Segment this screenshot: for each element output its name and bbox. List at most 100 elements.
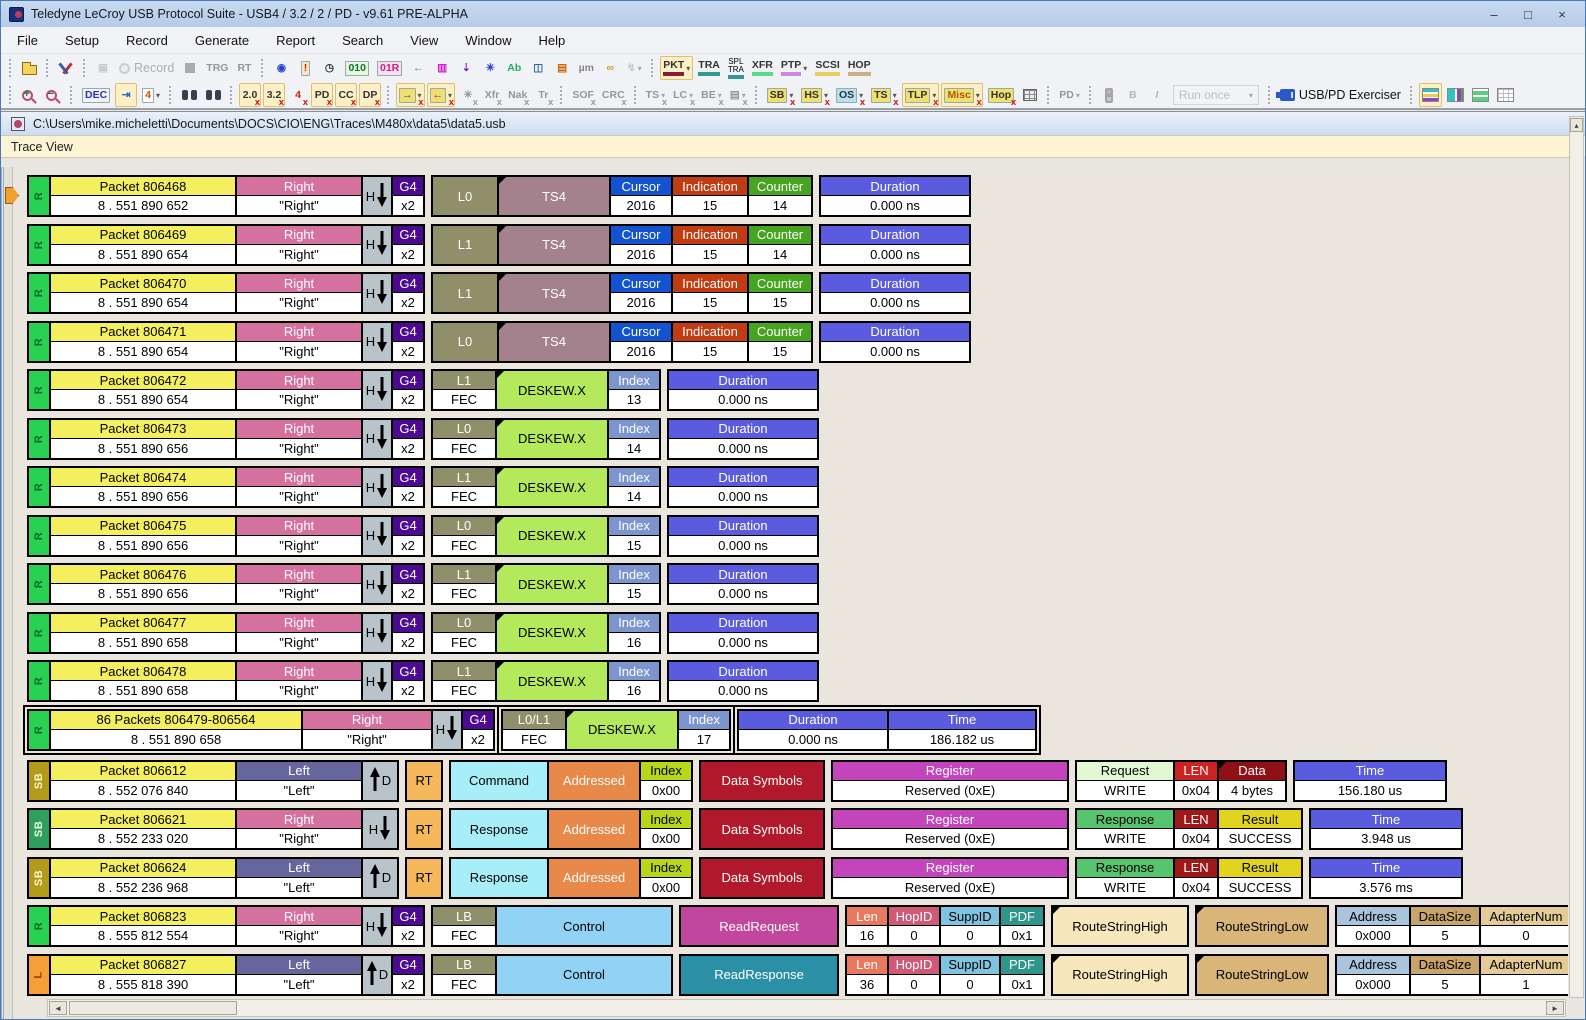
cell-indication[interactable]: Indication15 xyxy=(671,274,747,312)
menu-file[interactable]: File xyxy=(17,33,38,48)
cell-group[interactable]: Data Symbols xyxy=(699,857,825,899)
horizontal-scroll-thumb[interactable] xyxy=(69,1001,237,1015)
cell-addressed[interactable]: Addressed xyxy=(547,762,639,800)
cell-response[interactable]: Response xyxy=(451,859,547,897)
menu-view[interactable]: View xyxy=(410,33,438,48)
cell-address[interactable]: Address0x000 xyxy=(1337,907,1409,945)
cell-l0[interactable]: L0FEC xyxy=(433,420,495,458)
filter-hop-button[interactable]: Hopx xyxy=(985,83,1017,107)
cell-right[interactable]: Right"Right" xyxy=(235,226,361,264)
cell-index[interactable]: Index14 xyxy=(607,420,659,458)
row-type-cell-r[interactable]: R xyxy=(29,177,49,215)
filter-nak-button[interactable]: Nakx xyxy=(505,83,530,107)
cell-routestringhigh[interactable]: RouteStringHigh xyxy=(1053,956,1187,994)
cell-command[interactable]: Command xyxy=(451,762,547,800)
cell-group[interactable]: Duration0.000 ns xyxy=(667,563,819,605)
cell-group[interactable]: ResponseAddressedIndex0x00 xyxy=(449,857,693,899)
open-file-button[interactable] xyxy=(18,56,40,80)
cell-group[interactable]: Duration0.000 ns xyxy=(667,466,819,508)
direction-arrow-cell[interactable]: D xyxy=(361,762,397,800)
cell-hopid[interactable]: HopID0 xyxy=(887,907,939,945)
cell-group[interactable]: RegisterReserved (0xE) xyxy=(831,857,1069,899)
cell-ts4[interactable]: TS4 xyxy=(497,274,609,312)
row-type-cell-r[interactable]: R xyxy=(29,226,49,264)
filter-hs-button[interactable]: HSx▾ xyxy=(798,83,831,107)
cell-counter[interactable]: Counter14 xyxy=(747,226,811,264)
cell-group[interactable]: RPacket 8064788 . 551 890 658Right"Right… xyxy=(27,660,425,702)
direction-arrow-cell[interactable]: H xyxy=(431,711,461,749)
cell-cursor[interactable]: Cursor2016 xyxy=(609,177,671,215)
cell-duration[interactable]: Duration0.000 ns xyxy=(669,517,817,555)
cell-group[interactable]: Duration0.000 ns xyxy=(819,272,971,314)
cell-group[interactable]: ReadRequest xyxy=(679,905,839,947)
maximize-button[interactable]: □ xyxy=(1513,7,1543,22)
cell-index[interactable]: Index0x00 xyxy=(639,810,691,848)
cell-group[interactable]: RPacket 8068238 . 555 812 554Right"Right… xyxy=(27,905,425,947)
menu-report[interactable]: Report xyxy=(276,33,315,48)
cell-time[interactable]: Time186.182 us xyxy=(887,711,1035,749)
cell-routestringhigh[interactable]: RouteStringHigh xyxy=(1053,907,1187,945)
filter-cc-button[interactable]: CCx xyxy=(335,83,357,107)
cell-index[interactable]: Index0x00 xyxy=(639,859,691,897)
cell-right[interactable]: Right"Right" xyxy=(301,711,431,749)
cell-group[interactable]: RPacket 8064688 . 551 890 652Right"Right… xyxy=(27,175,425,217)
direction-arrow-cell[interactable]: H xyxy=(361,565,391,603)
cell-counter[interactable]: Counter15 xyxy=(747,274,811,312)
tra-view-button[interactable]: TRA xyxy=(695,56,723,80)
cell-group[interactable]: RPacket 8064738 . 551 890 656Right"Right… xyxy=(27,418,425,460)
row-type-cell-r[interactable]: R xyxy=(29,371,49,409)
filter-lc-button[interactable]: LCx▾ xyxy=(670,83,696,107)
row-type-cell-r[interactable]: R xyxy=(29,614,49,652)
cell-group[interactable]: LBFECControl xyxy=(431,954,673,996)
cell-left[interactable]: Left"Left" xyxy=(235,859,361,897)
cell-time[interactable]: Time156.180 us xyxy=(1295,762,1445,800)
cell-l0[interactable]: L0 xyxy=(433,323,497,361)
cell-result[interactable]: ResultSUCCESS xyxy=(1217,859,1301,897)
filter-usb3-button[interactable]: 3.2x xyxy=(263,83,285,107)
cell-register[interactable]: RegisterReserved (0xE) xyxy=(833,810,1067,848)
cell-g4[interactable]: G4x2 xyxy=(391,956,423,994)
filter-more-button[interactable]: ▤x▾ xyxy=(727,83,749,107)
cell-group[interactable]: ReadResponse xyxy=(679,954,839,996)
cell-group[interactable]: RT xyxy=(405,760,443,802)
cell-group[interactable]: Duration0.000 ns xyxy=(667,515,819,557)
cell-suppid[interactable]: SuppID0 xyxy=(939,956,999,994)
cell-duration[interactable]: Duration0.000 ns xyxy=(669,468,817,506)
direction-arrow-cell[interactable]: H xyxy=(361,420,391,458)
filter-pd-button[interactable]: PDx xyxy=(311,83,333,107)
cell-l1[interactable]: L1 xyxy=(433,274,497,312)
cell-group[interactable]: RPacket 8064768 . 551 890 656Right"Right… xyxy=(27,563,425,605)
cell-group[interactable]: Duration0.000 ns xyxy=(819,224,971,266)
scroll-left-button[interactable]: ◄ xyxy=(49,1001,67,1015)
cell-deskew-x[interactable]: DESKEW.X xyxy=(495,614,607,652)
cell-g4[interactable]: G4x2 xyxy=(391,662,423,700)
row-type-cell-sb[interactable]: SB xyxy=(29,810,49,848)
row-type-cell-r[interactable]: R xyxy=(29,565,49,603)
direction-arrow-cell[interactable]: H xyxy=(361,907,391,945)
cell-l0[interactable]: L0FEC xyxy=(433,614,495,652)
cell-group[interactable]: ResponseWRITELEN0x04ResultSUCCESS xyxy=(1075,808,1303,850)
cell-g4[interactable]: G4x2 xyxy=(391,907,423,945)
cell-duration[interactable]: Duration0.000 ns xyxy=(669,420,817,458)
cell-g4[interactable]: G4x2 xyxy=(391,371,423,409)
filter-misc-button[interactable]: Miscx▾ xyxy=(941,83,982,107)
cell-group[interactable]: L0FECDESKEW.XIndex16 xyxy=(431,612,661,654)
scsi-view-button[interactable]: SCSI xyxy=(812,56,843,80)
cell-g4[interactable]: G4x2 xyxy=(391,323,423,361)
cell-cursor[interactable]: Cursor2016 xyxy=(609,323,671,361)
menu-search[interactable]: Search xyxy=(342,33,383,48)
cell-lb[interactable]: LBFEC xyxy=(433,907,495,945)
cell-group[interactable]: RPacket 8064778 . 551 890 658Right"Right… xyxy=(27,612,425,654)
cell-routestringlow[interactable]: RouteStringLow xyxy=(1197,907,1327,945)
cell-index[interactable]: Index14 xyxy=(607,468,659,506)
cell-lb[interactable]: LBFEC xyxy=(433,956,495,994)
filter-os-button[interactable]: OSx▾ xyxy=(833,83,866,107)
direction-arrow-cell[interactable]: H xyxy=(361,274,391,312)
cell-duration[interactable]: Duration0.000 ns xyxy=(669,662,817,700)
cell-right[interactable]: Right"Right" xyxy=(235,662,361,700)
cell-l0-l1[interactable]: L0/L1FEC xyxy=(503,711,565,749)
cell-left[interactable]: Left"Left" xyxy=(235,956,361,994)
cell-right[interactable]: Right"Right" xyxy=(235,907,361,945)
stop-button[interactable] xyxy=(179,56,201,80)
cell-group[interactable]: RequestWRITELEN0x04Data4 bytes xyxy=(1075,760,1287,802)
